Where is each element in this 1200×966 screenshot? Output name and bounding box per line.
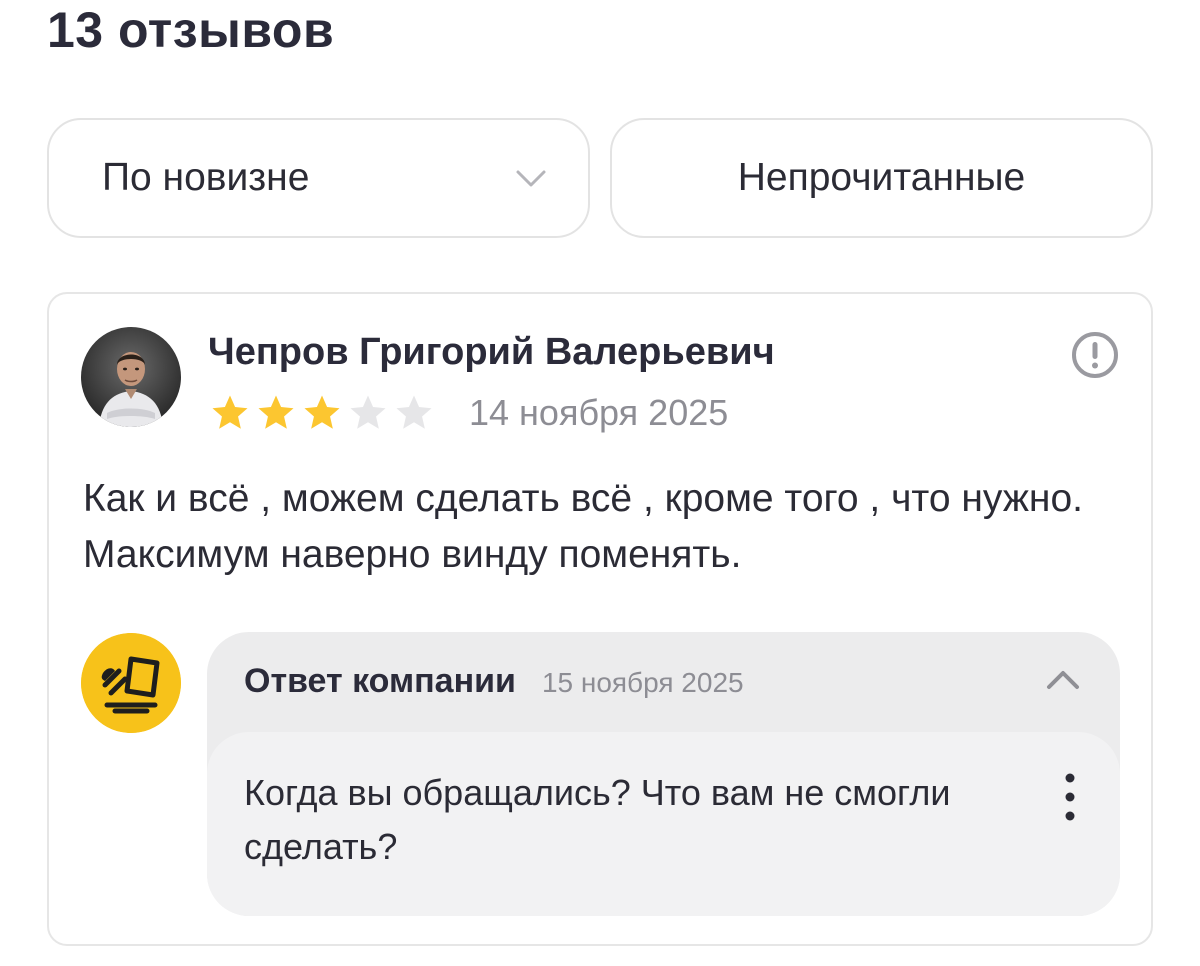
star-filled-icon xyxy=(212,395,248,429)
exclamation-circle-icon[interactable] xyxy=(1070,330,1120,380)
chevron-up-icon[interactable] xyxy=(1045,668,1081,692)
company-reply: Ответ компании 15 ноября 2025 Когда вы о… xyxy=(207,632,1120,916)
review-text: Как и всё , можем сделать всё , кроме то… xyxy=(83,477,1083,576)
reply-date: 15 ноября 2025 xyxy=(541,667,744,698)
unread-filter-button[interactable]: Непрочитанные xyxy=(610,118,1153,238)
more-vertical-icon[interactable] xyxy=(1055,772,1085,822)
sort-dropdown[interactable]: По новизне xyxy=(47,118,590,238)
star-empty-icon xyxy=(350,395,386,429)
star-empty-icon xyxy=(396,395,432,429)
star-filled-icon xyxy=(304,395,340,429)
review-card: Чепров Григорий Валерьевич 14 ноября 202… xyxy=(47,292,1153,946)
reply-text: Когда вы обращались? Что вам не смогли с… xyxy=(244,772,951,867)
reply-body: Когда вы обращались? Что вам не смогли с… xyxy=(207,732,1120,916)
star-filled-icon xyxy=(258,395,294,429)
rating-stars xyxy=(208,392,436,434)
page-title: 13 отзывов xyxy=(47,2,335,58)
user-photo-icon xyxy=(81,327,181,427)
reply-header: Ответ компании 15 ноября 2025 xyxy=(244,662,744,701)
avatar[interactable] xyxy=(81,327,181,427)
company-logo-icon xyxy=(81,633,181,733)
company-logo[interactable] xyxy=(81,633,181,733)
author-name[interactable]: Чепров Григорий Валерьевич xyxy=(208,330,775,374)
unread-filter-label: Непрочитанные xyxy=(737,156,1026,199)
review-date: 14 ноября 2025 xyxy=(469,392,729,433)
reply-title: Ответ компании xyxy=(244,662,516,700)
sort-dropdown-label: По новизне xyxy=(102,156,310,199)
chevron-down-icon xyxy=(516,170,546,187)
